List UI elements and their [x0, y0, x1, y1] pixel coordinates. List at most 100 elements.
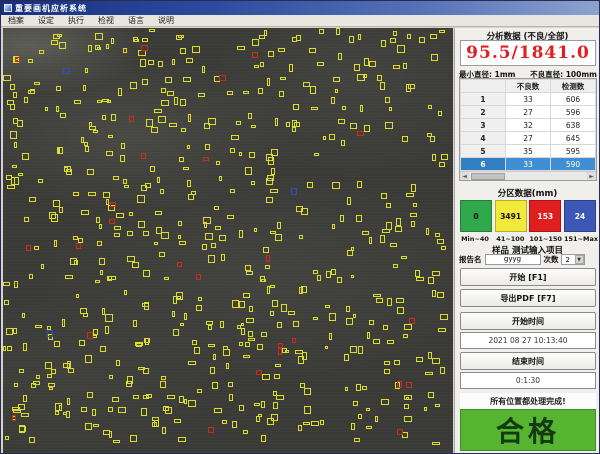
yellow-defect-marker [143, 395, 149, 399]
yellow-defect-marker [350, 346, 357, 352]
yellow-defect-marker [158, 61, 164, 67]
zone-yellow[interactable]: 3491 [495, 200, 527, 232]
yellow-defect-marker [431, 54, 439, 61]
yellow-defect-marker [239, 230, 243, 238]
yellow-defect-marker [439, 30, 445, 33]
yellow-defect-marker [432, 442, 440, 445]
yellow-defect-marker [194, 347, 200, 354]
table-row[interactable]: 1 33 606 [461, 93, 596, 106]
yellow-defect-marker [385, 122, 393, 129]
menu-settings[interactable]: 设定 [31, 15, 61, 26]
menu-help[interactable]: 说明 [151, 15, 181, 26]
yellow-defect-marker [161, 88, 166, 93]
yellow-defect-marker [237, 325, 241, 329]
yellow-defect-marker [106, 151, 112, 157]
yellow-defect-marker [53, 200, 60, 207]
yellow-defect-marker [74, 100, 81, 105]
yellow-defect-marker [35, 325, 42, 328]
zone-green[interactable]: 0 [460, 200, 492, 232]
table-hscrollbar[interactable]: ◄ ► [460, 171, 596, 180]
table-row[interactable]: 5 35 595 [461, 145, 596, 158]
yellow-defect-marker [310, 86, 316, 94]
yellow-defect-marker [118, 88, 122, 96]
yellow-defect-marker [272, 300, 278, 307]
zone-label-4: 151~Max [564, 235, 598, 243]
row-defects: 35 [506, 145, 551, 158]
zone-red[interactable]: 153 [529, 200, 561, 232]
table-row[interactable]: 3 32 638 [461, 119, 596, 132]
yellow-defect-marker [215, 226, 221, 230]
yellow-defect-marker [13, 328, 17, 334]
yellow-defect-marker [85, 423, 92, 430]
yellow-defect-marker [428, 352, 432, 360]
title-bar: 重要画机应析系统 [1, 1, 600, 15]
zone-blue[interactable]: 24 [564, 200, 596, 232]
yellow-defect-marker [59, 207, 63, 212]
yellow-defect-marker [220, 321, 224, 328]
red-defect-marker [256, 370, 263, 375]
yellow-defect-marker [441, 154, 448, 160]
yellow-defect-marker [39, 50, 44, 55]
yellow-defect-marker [45, 362, 52, 370]
yellow-defect-marker [380, 82, 385, 90]
yellow-defect-marker [407, 34, 411, 39]
yellow-defect-marker [41, 264, 45, 269]
yellow-defect-marker [100, 270, 103, 275]
menu-language[interactable]: 语言 [121, 15, 151, 26]
start-button[interactable]: 开始 [F1] [460, 268, 596, 286]
yellow-defect-marker [302, 352, 307, 359]
yellow-defect-marker [332, 182, 340, 188]
yellow-defect-marker [21, 413, 29, 417]
menu-bar: 档案 设定 执行 检视 语言 说明 [1, 15, 600, 27]
yellow-defect-marker [6, 328, 13, 335]
yellow-defect-marker [270, 285, 275, 288]
scroll-thumb[interactable] [471, 173, 505, 180]
yellow-defect-marker [130, 435, 137, 442]
scroll-left-icon[interactable]: ◄ [460, 172, 469, 181]
yellow-defect-marker [387, 340, 394, 344]
red-defect-marker [177, 262, 183, 266]
pass-result-button[interactable]: 合格 [460, 409, 596, 451]
menu-file[interactable]: 档案 [1, 15, 31, 26]
yellow-defect-marker [276, 395, 284, 399]
yellow-defect-marker [229, 394, 233, 401]
yellow-defect-marker [366, 426, 372, 429]
yellow-defect-marker [22, 313, 26, 318]
yellow-defect-marker [241, 328, 245, 336]
yellow-defect-marker [208, 344, 216, 347]
yellow-defect-marker [325, 305, 330, 308]
yellow-defect-marker [303, 82, 310, 87]
defect-table: 不良数 检测数 1 33 606 2 27 596 3 32 638 [459, 78, 597, 181]
yellow-defect-marker [261, 435, 266, 442]
table-row[interactable]: 4 27 645 [461, 132, 596, 145]
yellow-defect-marker [176, 35, 183, 40]
red-defect-marker [203, 157, 209, 162]
yellow-defect-marker [158, 116, 166, 123]
yellow-defect-marker [167, 91, 174, 97]
yellow-defect-marker [197, 389, 202, 393]
yellow-defect-marker [164, 277, 169, 280]
yellow-defect-marker [303, 422, 310, 425]
menu-view[interactable]: 检视 [91, 15, 121, 26]
yellow-defect-marker [198, 93, 205, 97]
scroll-right-icon[interactable]: ► [587, 172, 596, 181]
count-select[interactable]: 2 ▼ [561, 254, 585, 265]
yellow-defect-marker [274, 374, 280, 379]
menu-run[interactable]: 执行 [61, 15, 91, 26]
yellow-defect-marker [208, 255, 215, 262]
table-row-selected[interactable]: 6 33 590 [461, 158, 596, 171]
yellow-defect-marker [76, 294, 80, 299]
yellow-defect-marker [143, 231, 148, 236]
table-row[interactable]: 2 27 596 [461, 106, 596, 119]
report-name-input[interactable]: gyyg [485, 254, 541, 265]
start-time-value: 2021 08 27 10:13:40 [460, 332, 596, 349]
red-defect-marker [278, 348, 283, 355]
yellow-defect-marker [178, 235, 181, 240]
row-checked: 596 [551, 106, 596, 119]
yellow-defect-marker [386, 203, 392, 208]
yellow-defect-marker [206, 321, 213, 326]
yellow-defect-marker [88, 192, 96, 196]
chevron-down-icon[interactable]: ▼ [575, 255, 584, 264]
yellow-defect-marker [382, 229, 390, 234]
export-pdf-button[interactable]: 导出PDF [F7] [460, 289, 596, 307]
